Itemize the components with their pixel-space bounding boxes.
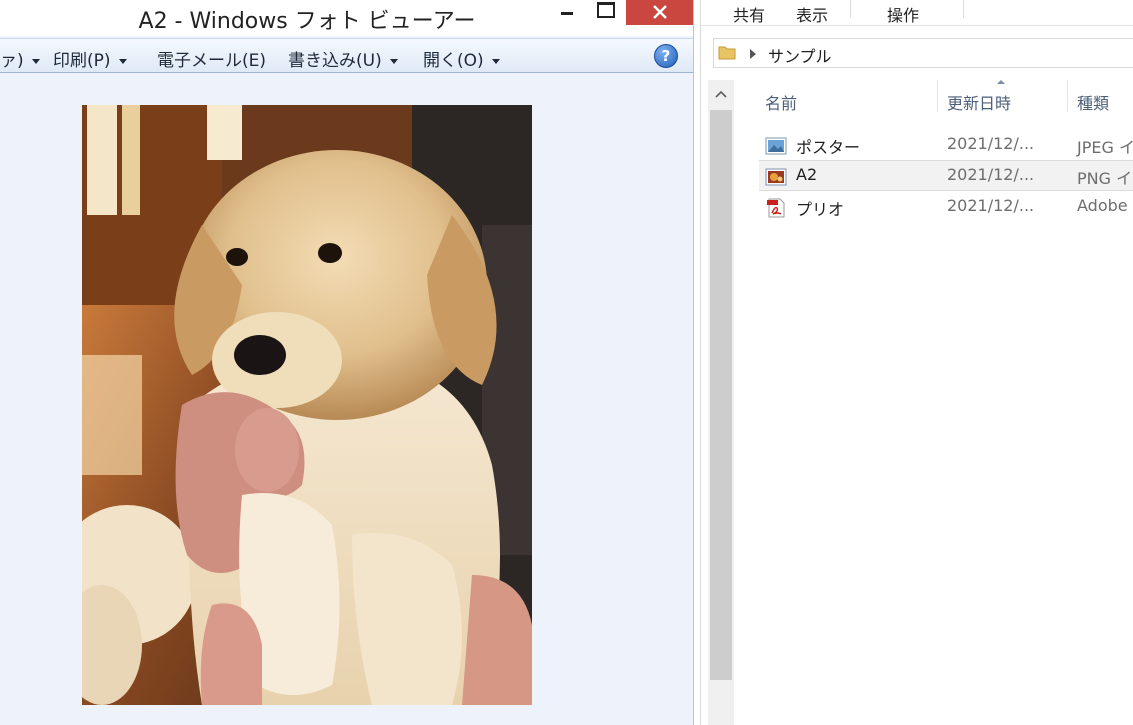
burn-menu-label: 書き込み(U) xyxy=(288,51,382,71)
file-date: 2021/12/... xyxy=(947,196,1035,215)
column-divider[interactable] xyxy=(937,80,938,112)
viewer-toolbar: ァ) 印刷(P) 電子メール(E) 書き込み(U) 開く(O) ? xyxy=(0,38,693,73)
open-menu[interactable]: 開く(O) xyxy=(423,46,500,71)
maximize-icon[interactable] xyxy=(585,0,625,25)
ribbon-tabs: 共有 表示 操作 xyxy=(701,0,1133,26)
tab-view[interactable]: 表示 xyxy=(796,2,828,26)
file-row-poster[interactable]: ポスター 2021/12/... JPEG イ xyxy=(759,130,1133,161)
chevron-down-icon xyxy=(31,58,40,64)
burn-menu[interactable]: 書き込み(U) xyxy=(288,46,398,71)
file-name: A2 xyxy=(796,165,818,184)
file-type: JPEG イ xyxy=(1077,138,1133,157)
breadcrumb-chevron-icon[interactable] xyxy=(750,49,756,59)
file-date: 2021/12/... xyxy=(947,165,1035,184)
photo-viewer-window: A2 - Windows フォト ビューアー ァ) 印刷(P) 電子メール(E)… xyxy=(0,0,694,725)
address-bar[interactable]: サンプル xyxy=(713,38,1133,68)
file-type: PNG イ xyxy=(1077,169,1133,188)
folder-icon xyxy=(718,44,736,60)
close-icon[interactable] xyxy=(626,0,693,25)
photo-image xyxy=(82,105,532,705)
chevron-down-icon xyxy=(389,58,398,64)
chevron-down-icon xyxy=(118,58,127,64)
navigation-pane-edge xyxy=(701,80,707,725)
email-button-label: 電子メール(E) xyxy=(157,51,267,71)
column-header-name[interactable]: 名前 xyxy=(765,90,797,114)
scrollbar-thumb[interactable] xyxy=(710,110,732,680)
file-name: ポスター xyxy=(796,138,861,157)
png-image-icon xyxy=(765,167,787,187)
minimize-icon[interactable] xyxy=(545,0,589,25)
breadcrumb-folder[interactable]: サンプル xyxy=(768,43,832,67)
chevron-down-icon xyxy=(491,58,500,64)
email-button[interactable]: 電子メール(E) xyxy=(157,46,267,71)
scroll-up-icon[interactable] xyxy=(708,80,734,110)
tab-manage[interactable]: 操作 xyxy=(887,2,919,26)
file-menu-partial[interactable]: ァ) xyxy=(0,46,40,71)
column-header-type[interactable]: 種類 xyxy=(1077,90,1109,114)
pdf-file-icon xyxy=(765,198,787,218)
window-title: A2 - Windows フォト ビューアー xyxy=(138,9,476,34)
print-menu[interactable]: 印刷(P) xyxy=(53,46,127,71)
tab-share[interactable]: 共有 xyxy=(733,2,765,26)
ribbon-divider xyxy=(850,0,851,18)
column-divider[interactable] xyxy=(1067,80,1068,112)
file-menu-label: ァ) xyxy=(0,51,24,71)
file-type: Adobe xyxy=(1077,196,1128,215)
file-name: プリオ xyxy=(796,200,845,219)
file-row-purio[interactable]: プリオ 2021/12/... Adobe xyxy=(759,192,1133,223)
file-explorer-window: 共有 表示 操作 サンプル 名前 更新日時 種類 ポスター 2021/12/..… xyxy=(700,0,1133,725)
file-row-a2[interactable]: A2 2021/12/... PNG イ xyxy=(759,160,1133,191)
viewer-title-bar: A2 - Windows フォト ビューアー xyxy=(0,0,693,36)
file-date: 2021/12/... xyxy=(947,134,1035,153)
navigation-scrollbar[interactable] xyxy=(708,80,734,725)
sort-ascending-icon xyxy=(997,80,1005,84)
open-menu-label: 開く(O) xyxy=(423,51,484,71)
print-menu-label: 印刷(P) xyxy=(53,51,111,71)
column-header-date[interactable]: 更新日時 xyxy=(947,90,1011,114)
help-icon[interactable]: ? xyxy=(654,44,678,68)
jpeg-image-icon xyxy=(765,136,787,156)
ribbon-divider xyxy=(963,0,964,18)
file-list: 名前 更新日時 種類 ポスター 2021/12/... JPEG イ A2 20… xyxy=(735,80,1133,725)
